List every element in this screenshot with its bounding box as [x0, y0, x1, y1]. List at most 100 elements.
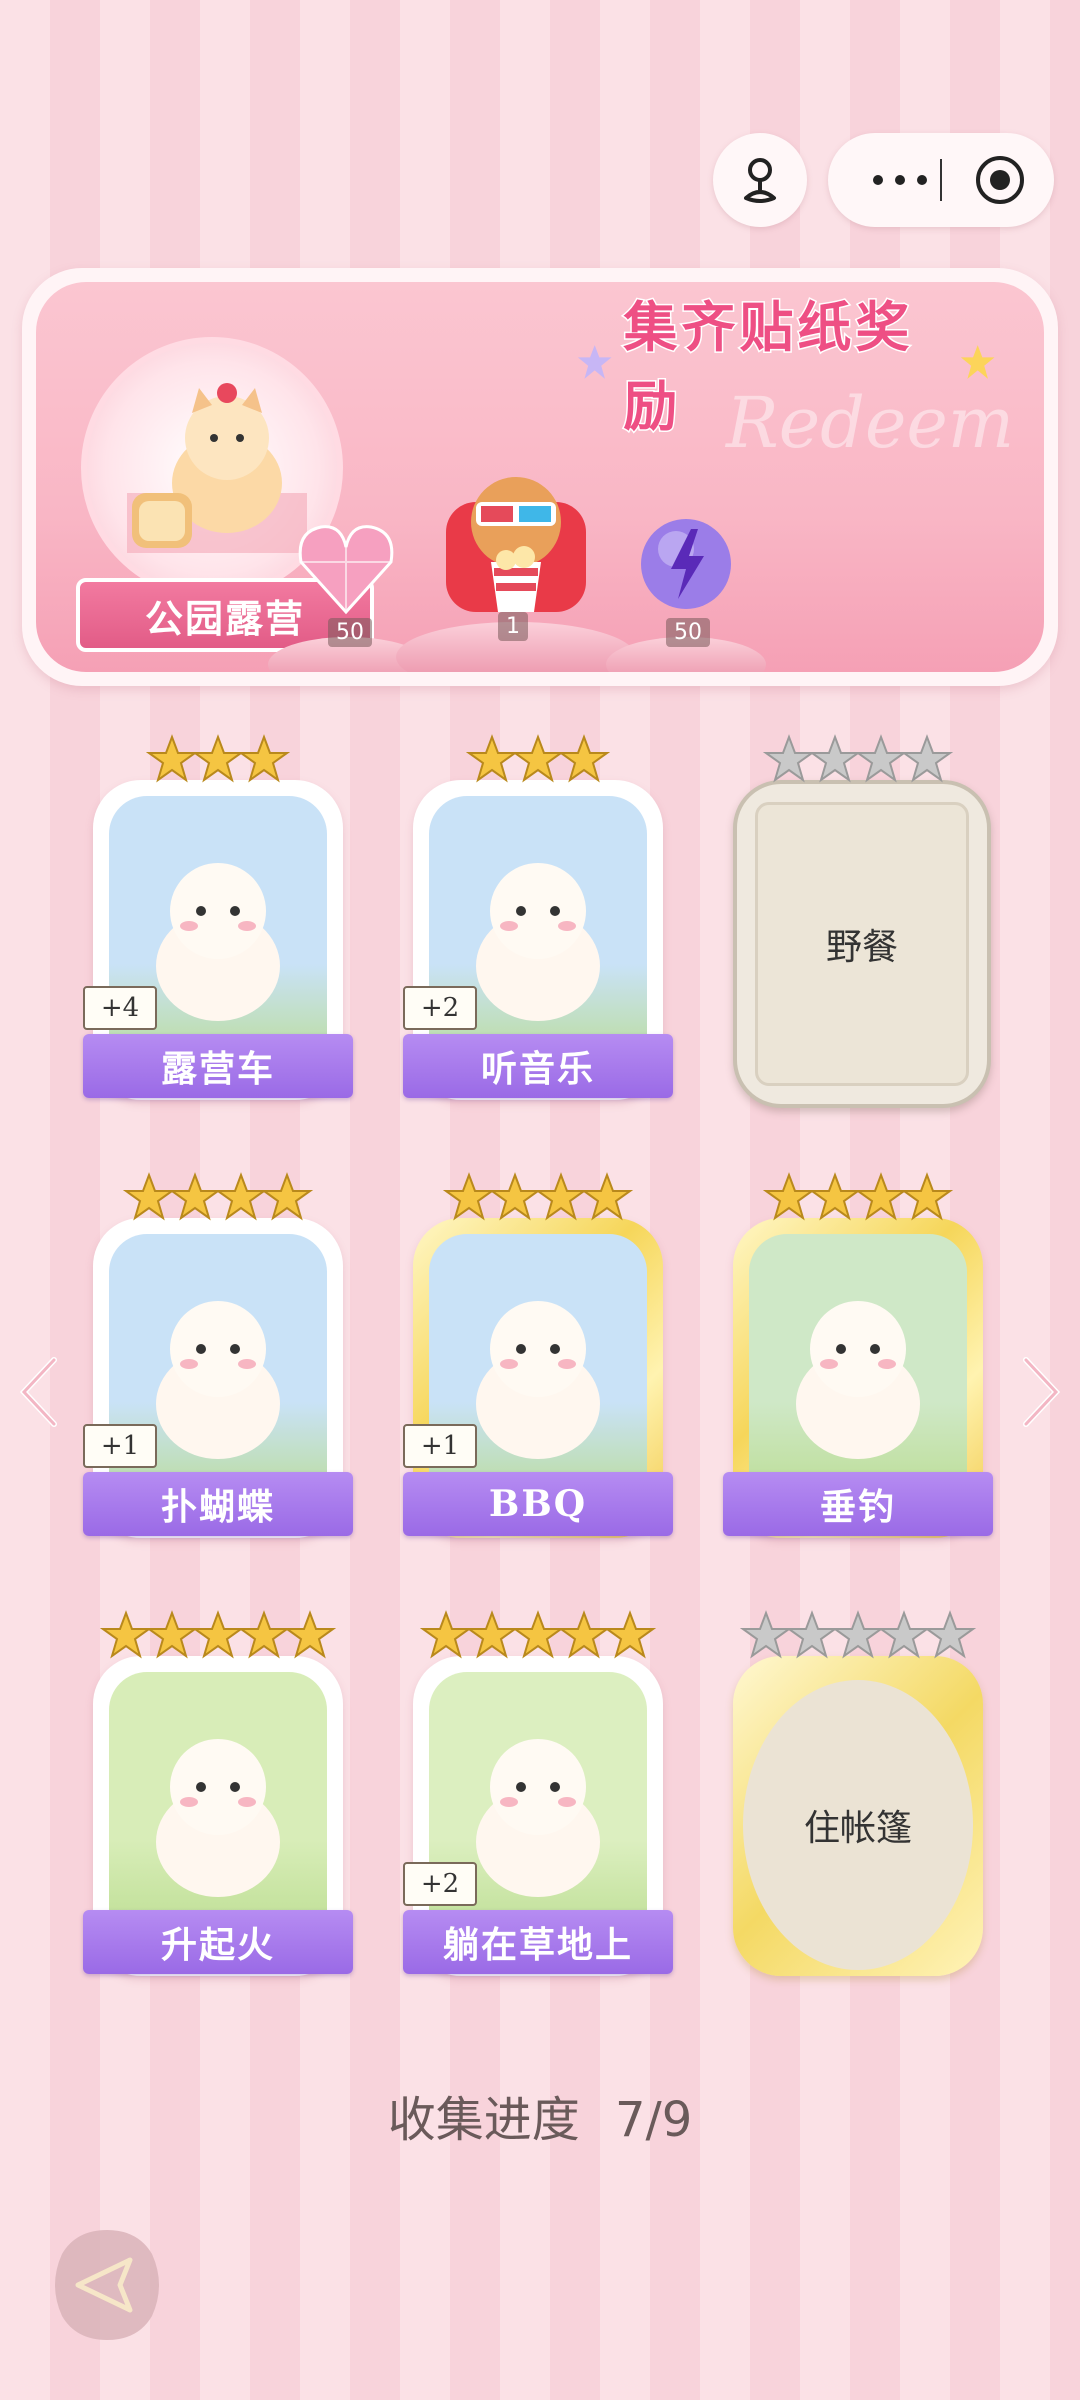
star-rating — [413, 1172, 663, 1224]
star-rating — [93, 1610, 343, 1662]
back-button[interactable] — [48, 2226, 166, 2344]
card-ribbon: 露营车 — [83, 1034, 353, 1098]
star-gold-icon — [261, 1172, 313, 1221]
card-ribbon: 躺在草地上 — [403, 1910, 673, 1974]
star-gold-icon — [169, 1172, 221, 1221]
progress-label: 收集进度 — [387, 2092, 580, 2148]
sticker-card[interactable]: 住帐篷 — [733, 1610, 983, 1976]
star-gold-icon — [581, 1172, 633, 1221]
sticker-card[interactable]: 听音乐 +2 — [403, 734, 673, 1100]
star-gray-icon — [901, 734, 953, 783]
star-gold-icon — [192, 734, 244, 783]
sticker-card[interactable]: 升起火 — [83, 1610, 353, 1976]
star-gold-icon — [420, 1610, 472, 1659]
star-gold-icon — [855, 1172, 907, 1221]
star-gold-icon — [763, 1172, 815, 1221]
card-ribbon: 升起火 — [83, 1910, 353, 1974]
star-gray-icon — [740, 1610, 792, 1659]
star-gold-icon — [238, 1610, 290, 1659]
chevron-left-icon[interactable] — [14, 1352, 64, 1432]
duplicate-count-badge: +2 — [403, 1862, 477, 1906]
star-rating — [733, 1172, 983, 1224]
star-gold-icon — [284, 1610, 336, 1659]
sticker-card[interactable]: 露营车 +4 — [83, 734, 353, 1100]
star-gray-icon — [924, 1610, 976, 1659]
star-gold-icon — [215, 1172, 267, 1221]
star-gold-icon — [512, 1610, 564, 1659]
locked-card-inner: 住帐篷 — [743, 1680, 973, 1970]
menu-capsule — [828, 133, 1054, 227]
star-gold-icon — [558, 1610, 610, 1659]
card-ribbon: 垂钓 — [723, 1472, 993, 1536]
star-gold-icon — [901, 1172, 953, 1221]
star-gray-icon — [832, 1610, 884, 1659]
duplicate-count-badge: +1 — [403, 1424, 477, 1468]
more-dots-icon[interactable] — [858, 133, 942, 227]
star-gold-icon — [535, 1172, 587, 1221]
star-rating — [93, 1172, 343, 1224]
collection-progress: 收集进度 7/9 — [0, 2080, 1080, 2150]
duplicate-count-badge: +1 — [83, 1424, 157, 1468]
locked-card-inner: 野餐 — [755, 802, 969, 1086]
star-gold-icon — [558, 734, 610, 783]
lightning-orb-icon — [641, 519, 731, 609]
reward-count: 50 — [666, 618, 710, 647]
record-target-icon[interactable] — [973, 153, 1027, 207]
card-label: 露营车 — [160, 1048, 275, 1090]
reward-count: 1 — [498, 612, 528, 641]
card-ribbon: 扑蝴蝶 — [83, 1472, 353, 1536]
card-label: 扑蝴蝶 — [160, 1486, 275, 1528]
sticker-card[interactable]: BBQ +1 — [403, 1172, 673, 1538]
star-gold-icon — [100, 1610, 152, 1659]
bear-popcorn-icon — [446, 477, 586, 612]
card-label: 听音乐 — [480, 1048, 595, 1090]
star-rating — [733, 734, 983, 786]
card-label: 躺在草地上 — [442, 1924, 633, 1966]
star-rating — [413, 1610, 663, 1662]
reward-count: 50 — [328, 618, 372, 647]
star-gold-icon — [604, 1610, 656, 1659]
star-gold-icon — [466, 1610, 518, 1659]
card-label: 垂钓 — [819, 1486, 896, 1528]
duplicate-count-badge: +2 — [403, 986, 477, 1030]
star-gold-icon — [809, 1172, 861, 1221]
star-gold-icon — [489, 1172, 541, 1221]
sticker-card[interactable]: 野餐 — [733, 734, 991, 1108]
banner-title: 集齐贴纸奖励 — [576, 295, 996, 440]
star-rating — [413, 734, 663, 786]
star-gray-icon — [763, 734, 815, 783]
card-label: 住帐篷 — [803, 1808, 912, 1849]
star-gray-icon — [878, 1610, 930, 1659]
sparkle-star-icon — [577, 345, 612, 379]
locked-card-frame: 住帐篷 — [733, 1656, 983, 1976]
sticker-card[interactable]: 躺在草地上 +2 — [403, 1610, 673, 1976]
star-gold-icon — [146, 1610, 198, 1659]
profile-button[interactable] — [713, 133, 807, 227]
sticker-card[interactable]: 扑蝴蝶 +1 — [83, 1172, 353, 1538]
joystick-icon — [744, 158, 776, 203]
star-rating — [733, 1610, 983, 1662]
locked-card-frame: 野餐 — [733, 780, 991, 1108]
progress-value: 7/9 — [615, 2092, 693, 2148]
capsule-divider — [940, 159, 942, 201]
duplicate-count-badge: +4 — [83, 986, 157, 1030]
star-gold-icon — [146, 734, 198, 783]
card-label: 升起火 — [160, 1924, 275, 1966]
star-gold-icon — [123, 1172, 175, 1221]
sticker-card[interactable]: 垂钓 — [723, 1172, 993, 1538]
star-gold-icon — [238, 734, 290, 783]
chevron-right-icon[interactable] — [1016, 1352, 1066, 1432]
card-ribbon: 听音乐 — [403, 1034, 673, 1098]
star-gold-icon — [466, 734, 518, 783]
card-label: BBQ — [488, 1483, 588, 1525]
star-rating — [93, 734, 343, 786]
reward-banner: Redeem 集齐贴纸奖励 公园露营 50 1 50 — [22, 268, 1058, 686]
card-label: 野餐 — [825, 927, 898, 968]
star-gray-icon — [855, 734, 907, 783]
star-gray-icon — [809, 734, 861, 783]
star-gray-icon — [786, 1610, 838, 1659]
star-gold-icon — [512, 734, 564, 783]
star-gold-icon — [443, 1172, 495, 1221]
heart-gem-icon — [298, 525, 394, 615]
star-gold-icon — [192, 1610, 244, 1659]
